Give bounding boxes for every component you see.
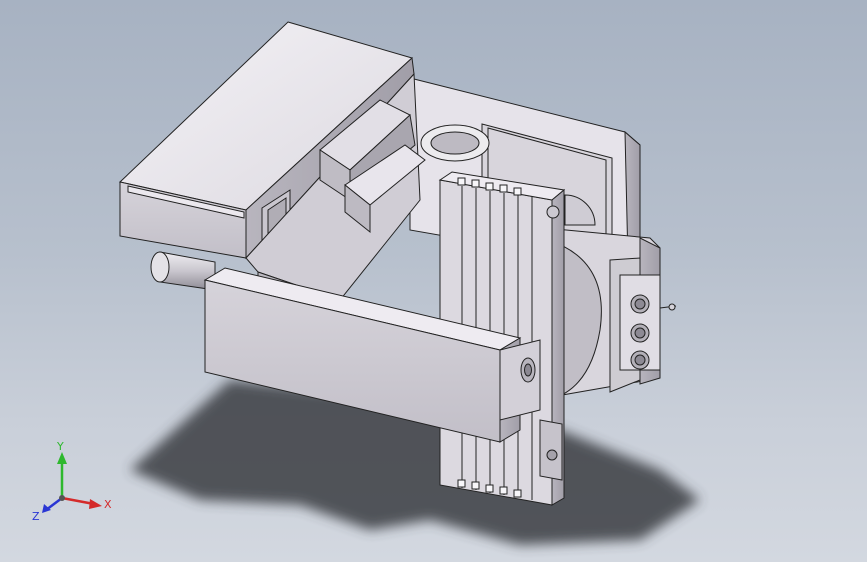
z-axis-arrow (42, 497, 63, 513)
x-axis-arrow (61, 496, 102, 509)
cad-viewport[interactable]: Y X Z (0, 0, 867, 562)
cad-model[interactable] (0, 0, 867, 562)
x-axis-label: X (104, 498, 112, 511)
z-axis-label: Z (32, 510, 40, 523)
axis-triad: Y X Z (32, 440, 112, 523)
motor-unit (544, 227, 677, 401)
triad-origin (59, 495, 65, 501)
y-axis-arrow (57, 452, 67, 498)
y-axis-label: Y (56, 440, 64, 453)
